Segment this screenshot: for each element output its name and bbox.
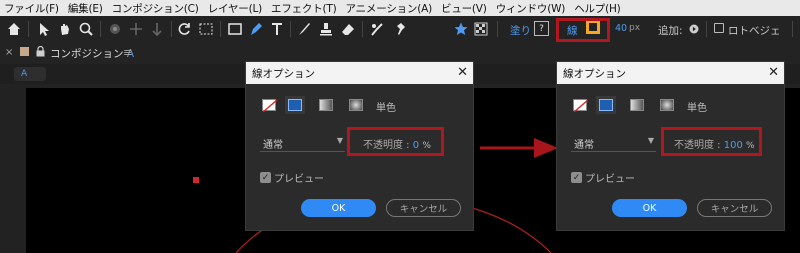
- menu-layer[interactable]: レイヤー(L): [208, 1, 263, 16]
- dialog-titlebar: 線オプション ✕: [557, 62, 784, 84]
- preview-checkbox[interactable]: ✓: [571, 172, 582, 183]
- menu-composition[interactable]: コンポジション(C): [112, 1, 199, 16]
- blend-mode-value: 通常: [574, 140, 594, 151]
- rotate-tool-icon[interactable]: [177, 21, 193, 37]
- brush-tool-icon[interactable]: [296, 21, 312, 37]
- panel-menu-icon[interactable]: ≡: [123, 46, 132, 59]
- ok-button[interactable]: OK: [612, 199, 687, 217]
- linear-gradient-option[interactable]: [630, 99, 644, 111]
- region-tool-icon[interactable]: [198, 21, 214, 37]
- close-panel-icon[interactable]: ×: [5, 47, 13, 58]
- composition-tab-label: コンポジション: [50, 48, 124, 60]
- dialog-title: 線オプション: [563, 68, 626, 80]
- pan-behind-tool-icon[interactable]: [128, 21, 144, 37]
- toolbar-divider: [706, 21, 707, 37]
- camera-tool-icon[interactable]: [107, 21, 123, 37]
- clone-stamp-icon[interactable]: [318, 21, 334, 37]
- no-stroke-option[interactable]: [573, 99, 588, 112]
- add-dropdown-icon[interactable]: [688, 21, 700, 37]
- composition-color-swatch: [20, 47, 29, 56]
- menu-animation[interactable]: アニメーション(A): [346, 1, 433, 16]
- toolbar-divider: [171, 21, 172, 37]
- stroke-width-unit: px: [629, 23, 641, 33]
- menu-bar: ファイル(F) 編集(E) コンポジション(C) レイヤー(L) エフェクト(T…: [0, 0, 800, 16]
- menu-file[interactable]: ファイル(F): [4, 1, 59, 16]
- home-icon[interactable]: [6, 21, 22, 37]
- toolbar-divider: [220, 21, 221, 37]
- add-label: 追加:: [658, 25, 683, 37]
- rectangle-tool-icon[interactable]: [227, 21, 243, 37]
- hand-tool-icon[interactable]: [57, 21, 73, 37]
- anchor-tool-icon[interactable]: [149, 21, 165, 37]
- preview-checkbox-row[interactable]: ✓ プレビュー: [571, 170, 635, 185]
- fill-swatch[interactable]: ?: [534, 21, 549, 36]
- roto-brush-icon[interactable]: [369, 21, 385, 37]
- roto-bezier-checkbox[interactable]: [714, 23, 724, 33]
- solid-color-label: 単色: [376, 103, 396, 114]
- preview-label: プレビュー: [274, 174, 324, 185]
- menu-help[interactable]: ヘルプ(H): [574, 1, 621, 16]
- preview-checkbox-row[interactable]: ✓ プレビュー: [260, 170, 324, 185]
- preview-label: プレビュー: [585, 174, 635, 185]
- lock-icon[interactable]: [36, 46, 45, 57]
- no-stroke-option[interactable]: [262, 99, 277, 112]
- dialog-title: 線オプション: [252, 68, 315, 80]
- toolbar-divider: [497, 21, 498, 37]
- star-icon[interactable]: [453, 21, 469, 37]
- radial-gradient-option[interactable]: [349, 99, 363, 111]
- solid-color-option[interactable]: [596, 96, 616, 114]
- menu-effect[interactable]: エフェクト(T): [271, 1, 337, 16]
- fill-label[interactable]: 塗り: [510, 23, 531, 38]
- eraser-icon[interactable]: [340, 21, 356, 37]
- toolbar-divider: [362, 21, 363, 37]
- menu-window[interactable]: ウィンドウ(W): [496, 1, 566, 16]
- close-icon[interactable]: ✕: [457, 65, 468, 80]
- blend-mode-dropdown[interactable]: 通常 ▼: [571, 136, 656, 152]
- toolbar-divider: [28, 21, 29, 37]
- blend-mode-dropdown[interactable]: 通常 ▼: [260, 136, 345, 152]
- radial-gradient-option[interactable]: [660, 99, 674, 111]
- opacity-highlight-box-right: [661, 127, 762, 156]
- stroke-highlight-box: [556, 18, 610, 42]
- opacity-highlight-box-left: [347, 127, 444, 156]
- roto-bezier-label: ロトベジェ: [728, 25, 781, 37]
- puppet-pin-icon[interactable]: [393, 21, 409, 37]
- checker-icon[interactable]: [473, 21, 489, 37]
- toolbar-divider: [792, 21, 793, 37]
- toolbar-divider: [100, 21, 101, 37]
- text-tool-icon[interactable]: [269, 21, 285, 37]
- zoom-tool-icon[interactable]: [78, 21, 94, 37]
- cancel-button[interactable]: キャンセル: [697, 199, 772, 217]
- right-arrow-icon: [480, 138, 558, 158]
- ok-button[interactable]: OK: [301, 199, 376, 217]
- composition-subtab[interactable]: A: [14, 67, 46, 81]
- composition-tab[interactable]: コンポジション A: [50, 46, 134, 61]
- toolbar-divider: [290, 21, 291, 37]
- linear-gradient-option[interactable]: [319, 99, 333, 111]
- chevron-down-icon: ▼: [647, 136, 654, 145]
- pen-tool-icon[interactable]: [248, 21, 264, 37]
- cancel-button[interactable]: キャンセル: [386, 199, 461, 217]
- dialog-titlebar: 線オプション ✕: [246, 62, 473, 84]
- chevron-down-icon: ▼: [336, 136, 343, 145]
- selection-tool-icon[interactable]: [36, 21, 52, 37]
- menu-view[interactable]: ビュー(V): [441, 1, 487, 16]
- menu-edit[interactable]: 編集(E): [68, 1, 103, 16]
- anchor-point-marker: [193, 177, 199, 183]
- close-icon[interactable]: ✕: [768, 65, 779, 80]
- stroke-width-value[interactable]: 40: [615, 23, 627, 34]
- solid-color-option[interactable]: [285, 96, 305, 114]
- preview-checkbox[interactable]: ✓: [260, 172, 271, 183]
- blend-mode-value: 通常: [263, 140, 283, 151]
- toolbar: 塗り ? 線 40 px 追加: ロトベジェ: [0, 16, 800, 42]
- solid-color-label: 単色: [687, 103, 707, 114]
